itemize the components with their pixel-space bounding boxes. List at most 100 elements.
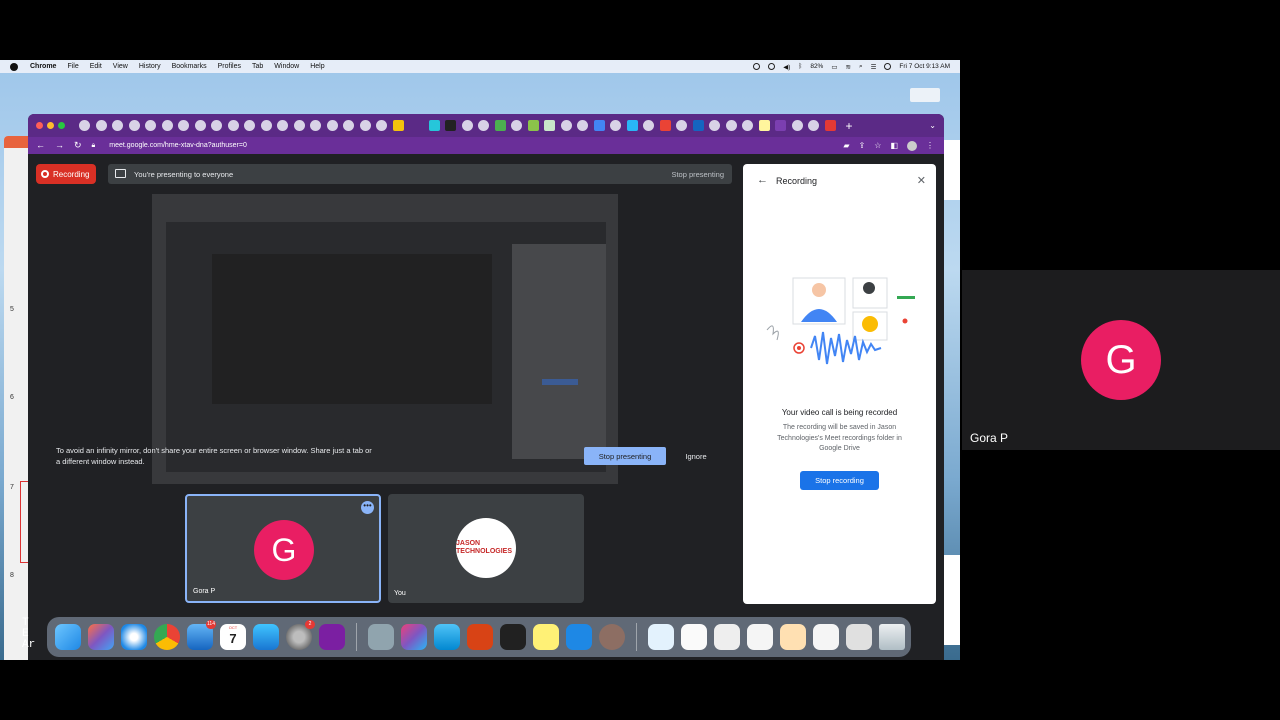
- close-icon[interactable]: ✕: [917, 174, 926, 187]
- tab-favicon-icon[interactable]: [244, 120, 255, 131]
- zoom-window-icon[interactable]: [58, 122, 65, 129]
- menu-help[interactable]: Help: [310, 63, 324, 70]
- minimize-window-icon[interactable]: [47, 122, 54, 129]
- menu-bookmarks[interactable]: Bookmarks: [172, 63, 207, 70]
- tab-favicon-icon[interactable]: [593, 120, 605, 131]
- tab-favicon-icon[interactable]: [260, 120, 272, 131]
- vscode-icon[interactable]: [566, 624, 592, 650]
- tab-favicon-icon[interactable]: [95, 120, 107, 131]
- keychain-icon[interactable]: [599, 624, 625, 650]
- tab-favicon-icon[interactable]: [326, 120, 338, 131]
- siri-icon[interactable]: [884, 63, 892, 70]
- tab-favicon-icon[interactable]: [178, 120, 189, 131]
- participant-tile-gora[interactable]: G ••• Gora P: [185, 494, 381, 603]
- lock-icon[interactable]: 🔒︎: [92, 142, 96, 150]
- document-thumbnail-icon[interactable]: [648, 624, 674, 650]
- volume-icon[interactable]: ◀): [783, 63, 790, 71]
- stop-recording-button[interactable]: Stop recording: [800, 471, 879, 490]
- bookmark-star-icon[interactable]: ☆: [874, 141, 881, 150]
- tab-favicon-icon[interactable]: [791, 120, 803, 131]
- reload-icon[interactable]: ↻: [74, 140, 82, 151]
- tab-favicon-icon[interactable]: [494, 120, 506, 131]
- trash-icon[interactable]: [879, 624, 905, 650]
- share-icon[interactable]: ⇪: [859, 141, 866, 150]
- menu-view[interactable]: View: [113, 63, 128, 70]
- spotlight-icon[interactable]: ⌕: [859, 63, 863, 71]
- tab-favicon-icon[interactable]: [392, 120, 404, 131]
- tab-favicon-icon[interactable]: [577, 120, 588, 131]
- tab-favicon-icon[interactable]: [709, 120, 720, 131]
- document-thumbnail-icon[interactable]: [846, 624, 872, 650]
- chrome-menu-icon[interactable]: ⋮: [926, 141, 934, 150]
- control-center-icon[interactable]: ☰: [871, 63, 877, 71]
- tab-favicon-icon[interactable]: [742, 120, 753, 131]
- tab-favicon-icon[interactable]: [610, 120, 621, 131]
- tab-favicon-icon[interactable]: [824, 120, 836, 131]
- notes-icon[interactable]: [533, 624, 559, 650]
- tab-favicon-icon[interactable]: [478, 120, 489, 131]
- tab-favicon-icon[interactable]: [343, 120, 354, 131]
- menu-app-name[interactable]: Chrome: [30, 63, 56, 70]
- tab-favicon-icon[interactable]: [112, 120, 123, 131]
- participant-tile-side[interactable]: G Gora P: [962, 270, 1280, 450]
- chrome-icon[interactable]: [154, 624, 180, 650]
- close-window-icon[interactable]: [36, 122, 43, 129]
- finder-icon[interactable]: [55, 624, 81, 650]
- document-thumbnail-icon[interactable]: [747, 624, 773, 650]
- tab-favicon-icon[interactable]: [161, 120, 173, 131]
- tab-favicon-icon[interactable]: [359, 120, 371, 131]
- tab-favicon-icon[interactable]: [145, 120, 156, 131]
- tab-favicon-icon[interactable]: [527, 120, 539, 131]
- back-icon[interactable]: ←: [36, 140, 45, 151]
- menu-edit[interactable]: Edit: [90, 63, 102, 70]
- tab-favicon-icon[interactable]: [626, 120, 638, 131]
- menu-history[interactable]: History: [139, 63, 161, 70]
- side-panel-icon[interactable]: ◧: [890, 141, 898, 150]
- battery-icon[interactable]: ▭: [831, 63, 837, 71]
- document-thumbnail-icon[interactable]: [780, 624, 806, 650]
- active-tab-close-icon[interactable]: [775, 120, 786, 131]
- grammarly-icon[interactable]: [753, 63, 761, 70]
- tab-favicon-icon[interactable]: [511, 120, 522, 131]
- tab-favicon-icon[interactable]: [310, 120, 321, 131]
- stop-presenting-link[interactable]: Stop presenting: [671, 170, 724, 179]
- launchpad-icon[interactable]: [88, 624, 114, 650]
- system-settings-icon[interactable]: 2: [286, 620, 315, 650]
- tab-favicon-icon[interactable]: [428, 120, 440, 131]
- forward-icon[interactable]: →: [55, 140, 64, 151]
- document-thumbnail-icon[interactable]: [681, 624, 707, 650]
- tab-favicon-icon[interactable]: [128, 120, 140, 131]
- onenote-icon[interactable]: [319, 624, 345, 650]
- tab-favicon-icon[interactable]: [676, 120, 687, 131]
- back-arrow-icon[interactable]: ←: [757, 174, 768, 186]
- app-store-icon[interactable]: [253, 624, 279, 650]
- ignore-button[interactable]: Ignore: [676, 447, 716, 465]
- camera-in-use-icon[interactable]: ▰: [843, 141, 849, 150]
- tab-favicon-icon[interactable]: [376, 120, 387, 131]
- menu-tab[interactable]: Tab: [252, 63, 263, 70]
- tab-favicon-icon[interactable]: [725, 120, 737, 131]
- tab-favicon-icon[interactable]: [227, 120, 239, 131]
- tab-favicon-icon[interactable]: [211, 120, 222, 131]
- tab-favicon-icon[interactable]: [445, 120, 456, 131]
- tab-search-icon[interactable]: ⌄: [929, 121, 936, 130]
- powerpoint-icon[interactable]: [467, 624, 493, 650]
- profile-avatar[interactable]: [907, 140, 917, 151]
- tab-favicon-icon[interactable]: [293, 120, 305, 131]
- recording-badge[interactable]: Recording: [36, 164, 96, 184]
- document-thumbnail-icon[interactable]: [813, 624, 839, 650]
- url-field[interactable]: meet.google.com/hme-xtav-dna?authuser=0: [109, 142, 247, 149]
- menu-window[interactable]: Window: [274, 63, 299, 70]
- document-thumbnail-icon[interactable]: [714, 624, 740, 650]
- tab-favicon-icon[interactable]: [560, 120, 572, 131]
- tab-favicon-icon[interactable]: [544, 120, 555, 131]
- menu-file[interactable]: File: [67, 63, 78, 70]
- tab-favicon-icon[interactable]: [194, 120, 206, 131]
- stop-presenting-button[interactable]: Stop presenting: [584, 447, 666, 465]
- tab-favicon-icon[interactable]: [79, 120, 90, 131]
- tab-favicon-icon[interactable]: [808, 120, 819, 131]
- tab-favicon-icon[interactable]: [692, 120, 704, 131]
- new-tab-icon[interactable]: +: [846, 119, 853, 133]
- participant-tile-you[interactable]: JASON TECHNOLOGIES You: [388, 494, 584, 603]
- wifi-icon[interactable]: ≋: [846, 63, 851, 71]
